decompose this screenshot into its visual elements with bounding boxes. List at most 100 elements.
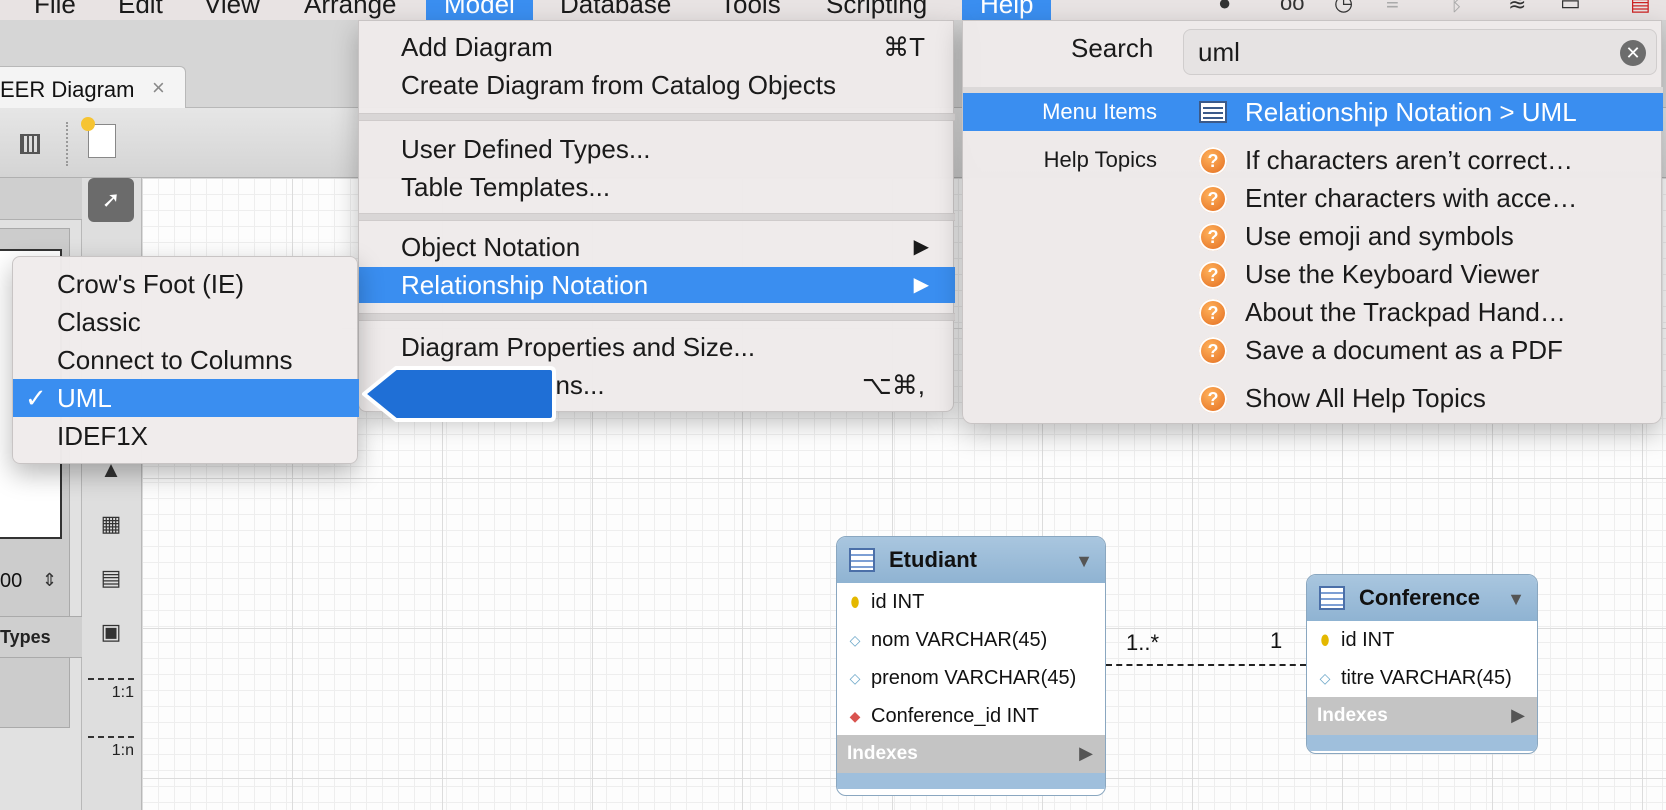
menu-separator xyxy=(359,213,955,221)
entity-etudiant[interactable]: Etudiant ▼ ⬮ id INT ◇ nom VARCHAR(45) ◇ pre… xyxy=(836,536,1106,796)
menu-file[interactable]: File xyxy=(34,0,76,20)
entity-footer xyxy=(1307,735,1537,751)
help-pointer-arrow xyxy=(362,366,556,422)
help-topic-icon: ? xyxy=(1199,299,1227,327)
entity-header[interactable]: Conference ▼ xyxy=(1307,575,1537,621)
close-tab-icon[interactable]: × xyxy=(152,75,165,101)
column-row[interactable]: ⬮ id INT xyxy=(837,583,1105,621)
cardinality-right: 1 xyxy=(1270,628,1283,653)
submenu-item-idef1x[interactable]: IDEF1X xyxy=(13,417,359,455)
list-icon[interactable]: ≡ xyxy=(1386,0,1399,16)
view-tool-icon[interactable]: ▤ xyxy=(88,556,134,600)
relationship-notation-submenu: Crow's Foot (IE) Classic Connect to Colu… xyxy=(12,256,359,464)
menu-model[interactable]: Model xyxy=(426,0,533,20)
clear-search-icon[interactable]: ✕ xyxy=(1620,40,1646,66)
menu-view[interactable]: View xyxy=(204,0,260,20)
entity-conference[interactable]: Conference ▼ ⬮ id INT ◇ titre VARCHAR(45) … xyxy=(1306,574,1538,754)
relationship-1-1-label: 1:1 xyxy=(111,684,134,701)
table-icon xyxy=(1319,586,1345,610)
tab-eer-diagram[interactable]: EER Diagram × xyxy=(0,66,186,110)
hat-icon[interactable]: ● xyxy=(1218,0,1231,16)
menu-item-table-templates[interactable]: Table Templates... xyxy=(359,169,955,205)
submenu-item-connect-to-columns[interactable]: Connect to Columns xyxy=(13,341,359,379)
menu-item-object-notation[interactable]: Object Notation ▶ xyxy=(359,229,955,265)
menu-edit[interactable]: Edit xyxy=(118,0,163,20)
menu-bar: File Edit View Arrange Model Database To… xyxy=(0,0,1666,20)
help-result-label: Relationship Notation > UML xyxy=(1245,97,1577,127)
help-show-all-row[interactable]: ? Show All Help Topics xyxy=(963,379,1663,417)
submenu-item-crows-foot[interactable]: Crow's Foot (IE) xyxy=(13,265,359,303)
help-topic-row[interactable]: ? About the Trackpad Hand… xyxy=(963,293,1663,331)
bluetooth-icon[interactable]: ᛒ xyxy=(1450,0,1463,16)
relationship-1-n-tool[interactable]: 1:n xyxy=(88,724,134,760)
help-topic-row[interactable]: ? Save a document as a PDF xyxy=(963,331,1663,369)
help-topic-row[interactable]: ? Enter characters with acce… xyxy=(963,179,1663,217)
glasses-icon[interactable]: oo xyxy=(1280,0,1304,16)
indexes-section[interactable]: Indexes ▶ xyxy=(1307,697,1537,735)
time-machine-icon[interactable]: ◷ xyxy=(1334,0,1353,16)
help-topic-row[interactable]: ? Use emoji and symbols xyxy=(963,217,1663,255)
relationship-1-1-tool[interactable]: 1:1 xyxy=(88,666,134,702)
help-topic-row[interactable]: Help Topics ? If characters aren’t corre… xyxy=(963,141,1663,179)
menu-item-create-from-catalog[interactable]: Create Diagram from Catalog Objects xyxy=(359,67,955,103)
help-result-menu-item[interactable]: Menu Items Relationship Notation > UML xyxy=(963,93,1663,131)
relationship-line[interactable] xyxy=(1106,664,1306,666)
column-row[interactable]: ◇ titre VARCHAR(45) xyxy=(1307,659,1537,697)
menu-item-diagram-properties[interactable]: Diagram Properties and Size... xyxy=(359,329,955,365)
relationship-1-n-line xyxy=(88,724,134,738)
table-tool-icon[interactable]: ▦ xyxy=(88,502,134,546)
menu-separator xyxy=(359,113,955,121)
menu-item-icon xyxy=(1199,101,1227,123)
battery-icon[interactable]: ▭ xyxy=(1560,0,1581,16)
submenu-item-label: Crow's Foot (IE) xyxy=(57,269,244,299)
help-topic-row[interactable]: ? Use the Keyboard Viewer xyxy=(963,255,1663,293)
help-topic-icon: ? xyxy=(1199,261,1227,289)
collapse-triangle-icon[interactable]: ▼ xyxy=(1075,551,1093,572)
collapse-triangle-icon[interactable]: ▼ xyxy=(1507,589,1525,610)
column-row[interactable]: ◇ nom VARCHAR(45) xyxy=(837,621,1105,659)
wifi-icon[interactable]: ≋ xyxy=(1508,0,1526,16)
submenu-item-label: UML xyxy=(57,383,112,413)
zoom-value[interactable]: 00 xyxy=(0,570,22,593)
help-topic-icon: ? xyxy=(1199,223,1227,251)
indexes-section[interactable]: Indexes ▶ xyxy=(837,735,1105,773)
help-search-box[interactable]: ✕ xyxy=(1183,29,1657,75)
submenu-arrow-icon: ▶ xyxy=(913,236,929,258)
types-label: Types xyxy=(0,627,51,647)
entity-name: Conference xyxy=(1359,585,1481,610)
pointer-tool-icon[interactable]: ➚ xyxy=(88,178,134,222)
submenu-item-classic[interactable]: Classic xyxy=(13,303,359,341)
menu-scripting[interactable]: Scripting xyxy=(826,0,927,20)
menu-separator xyxy=(359,313,955,321)
menu-help[interactable]: Help xyxy=(962,0,1052,20)
menu-item-label: User Defined Types... xyxy=(401,134,651,164)
column-row[interactable]: ◇ prenom VARCHAR(45) xyxy=(837,659,1105,697)
help-search-input[interactable] xyxy=(1198,34,1598,70)
menu-item-relationship-notation[interactable]: Relationship Notation ▶ xyxy=(359,267,955,303)
types-tab[interactable]: Types xyxy=(0,616,82,658)
help-topic-icon: ? xyxy=(1199,385,1227,413)
indexes-label: Indexes xyxy=(1317,705,1388,726)
routine-tool-icon[interactable]: ▣ xyxy=(88,610,134,654)
submenu-item-label: IDEF1X xyxy=(57,421,149,451)
grid-toggle-icon[interactable] xyxy=(20,134,40,154)
expand-triangle-icon[interactable]: ▶ xyxy=(1079,743,1093,764)
menu-item-user-defined-types[interactable]: User Defined Types... xyxy=(359,131,955,167)
submenu-item-uml[interactable]: ✓ UML xyxy=(13,379,359,417)
expand-triangle-icon[interactable]: ▶ xyxy=(1511,705,1525,726)
menu-tools[interactable]: Tools xyxy=(720,0,781,20)
menu-item-add-diagram[interactable]: Add Diagram ⌘T xyxy=(359,29,955,65)
entity-header[interactable]: Etudiant ▼ xyxy=(837,537,1105,583)
relationship-1-n-label: 1:n xyxy=(111,742,134,759)
zoom-stepper-icon[interactable]: ⇕ xyxy=(42,570,57,591)
column-row[interactable]: ◆ Conference_id INT xyxy=(837,697,1105,735)
menu-arrange[interactable]: Arrange xyxy=(304,0,397,20)
help-topic-icon: ? xyxy=(1199,337,1227,365)
flag-icon[interactable]: ▤ xyxy=(1630,0,1651,16)
menu-database[interactable]: Database xyxy=(560,0,671,20)
new-document-icon[interactable] xyxy=(81,117,116,158)
entity-name: Etudiant xyxy=(889,547,977,572)
column-row[interactable]: ⬮ id INT xyxy=(1307,621,1537,659)
help-topic-icon: ? xyxy=(1199,185,1227,213)
primary-key-icon: ⬮ xyxy=(850,594,860,610)
